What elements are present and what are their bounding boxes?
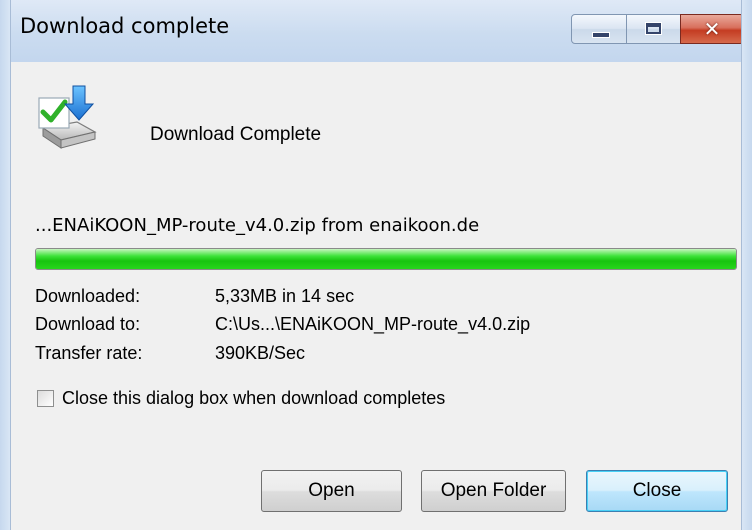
window-close-button[interactable]: ✕ [680,14,744,44]
close-when-done-option[interactable]: Close this dialog box when download comp… [37,388,445,409]
window-title: Download complete [20,14,230,38]
close-button[interactable]: Close [586,470,728,512]
dialog-client-area: Download Complete ...ENAiKOON_MP-route_v… [11,62,741,530]
file-source-label: ...ENAiKOON_MP-route_v4.0.zip from enaik… [35,215,480,236]
downloaded-label: Downloaded: [35,286,141,306]
open-folder-button[interactable]: Open Folder [421,470,566,512]
downloaded-value: 5,33MB in 14 sec [215,286,355,306]
maximize-button[interactable] [626,14,681,44]
header-title: Download Complete [150,124,322,145]
maximize-icon [645,22,662,35]
close-when-done-label: Close this dialog box when download comp… [62,388,446,408]
minimize-button[interactable] [571,14,627,44]
transfer-rate-value: 390KB/Sec [215,343,306,363]
transfer-rate-label: Transfer rate: [35,343,143,363]
progress-fill [36,249,736,269]
title-bar[interactable]: Download complete ✕ [0,0,752,62]
close-when-done-checkbox[interactable] [37,390,54,407]
download-to-label: Download to: [35,314,141,334]
download-to-value: C:\Us...\ENAiKOON_MP-route_v4.0.zip [215,314,531,334]
download-complete-window: Download complete ✕ Download Complete ..… [0,0,752,530]
minimize-icon [592,32,610,38]
download-progress-bar [35,248,737,270]
window-border-left [0,0,11,530]
close-icon: ✕ [703,17,721,41]
window-border-right [741,0,752,530]
open-button[interactable]: Open [261,470,402,512]
download-complete-icon [38,85,97,149]
